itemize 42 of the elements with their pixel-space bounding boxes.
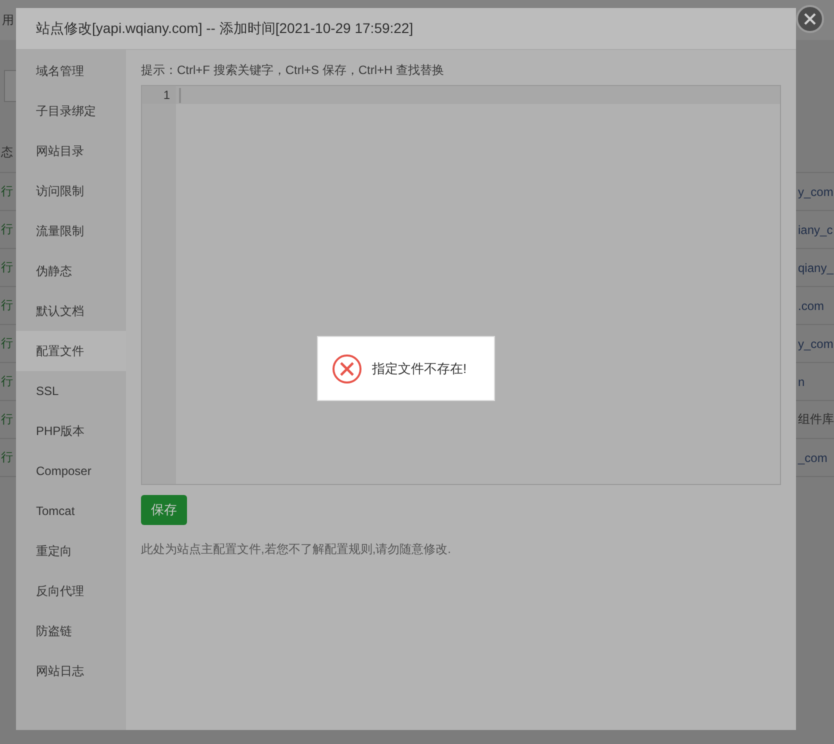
- sidebar-item[interactable]: 子目录绑定: [16, 91, 126, 131]
- table-cell: 组件库: [798, 411, 834, 428]
- toast-message: 指定文件不存在!: [372, 360, 467, 378]
- site-link[interactable]: y_com: [798, 184, 834, 198]
- sidebar-item[interactable]: 默认文档: [16, 291, 126, 331]
- status-text: 行: [0, 373, 13, 390]
- status-text: 行: [0, 221, 13, 238]
- close-icon: [804, 13, 816, 25]
- site-link[interactable]: y_com: [798, 336, 834, 350]
- save-button[interactable]: 保存: [141, 495, 187, 525]
- sidebar-item[interactable]: 域名管理: [16, 51, 126, 91]
- status-text: 行: [0, 259, 13, 276]
- hint-text: 提示：Ctrl+F 搜索关键字，Ctrl+S 保存，Ctrl+H 查找替换: [141, 62, 446, 79]
- status-text: 行: [0, 297, 13, 314]
- sidebar-item[interactable]: 配置文件: [16, 331, 126, 371]
- sidebar-item[interactable]: 网站日志: [16, 651, 126, 691]
- sidebar-item[interactable]: 伪静态: [16, 251, 126, 291]
- sidebar-item[interactable]: 反向代理: [16, 571, 126, 611]
- status-text: 行: [0, 335, 13, 352]
- sidebar-item[interactable]: 网站目录: [16, 131, 126, 171]
- sidebar-item[interactable]: 访问限制: [16, 171, 126, 211]
- sidebar-item[interactable]: PHP版本: [16, 411, 126, 451]
- sidebar-item[interactable]: 流量限制: [16, 211, 126, 251]
- status-text: 行: [0, 449, 13, 466]
- site-link[interactable]: n: [798, 374, 834, 388]
- menu-text: 用: [2, 12, 14, 28]
- site-link[interactable]: .com: [798, 298, 834, 312]
- sidebar-item[interactable]: 防盗链: [16, 611, 126, 651]
- sidebar-item[interactable]: Tomcat: [16, 491, 126, 531]
- note-text: 此处为站点主配置文件,若您不了解配置规则,请勿随意修改.: [141, 541, 452, 558]
- site-link[interactable]: iany_c: [798, 222, 834, 236]
- status-text: 行: [0, 411, 13, 428]
- sidebar-item[interactable]: Composer: [16, 451, 126, 491]
- dialog-title: 站点修改[yapi.wqiany.com] -- 添加时间[2021-10-29 17:59:22]: [16, 8, 796, 50]
- sidebar-item[interactable]: 重定向: [16, 531, 126, 571]
- site-link[interactable]: qiany_: [798, 260, 834, 274]
- error-icon: [332, 354, 362, 384]
- sidebar-item[interactable]: SSL: [16, 371, 126, 411]
- site-link[interactable]: _com: [798, 450, 834, 464]
- line-number: 1: [142, 86, 176, 104]
- column-header: 态: [1, 144, 13, 160]
- status-text: 行: [0, 183, 13, 200]
